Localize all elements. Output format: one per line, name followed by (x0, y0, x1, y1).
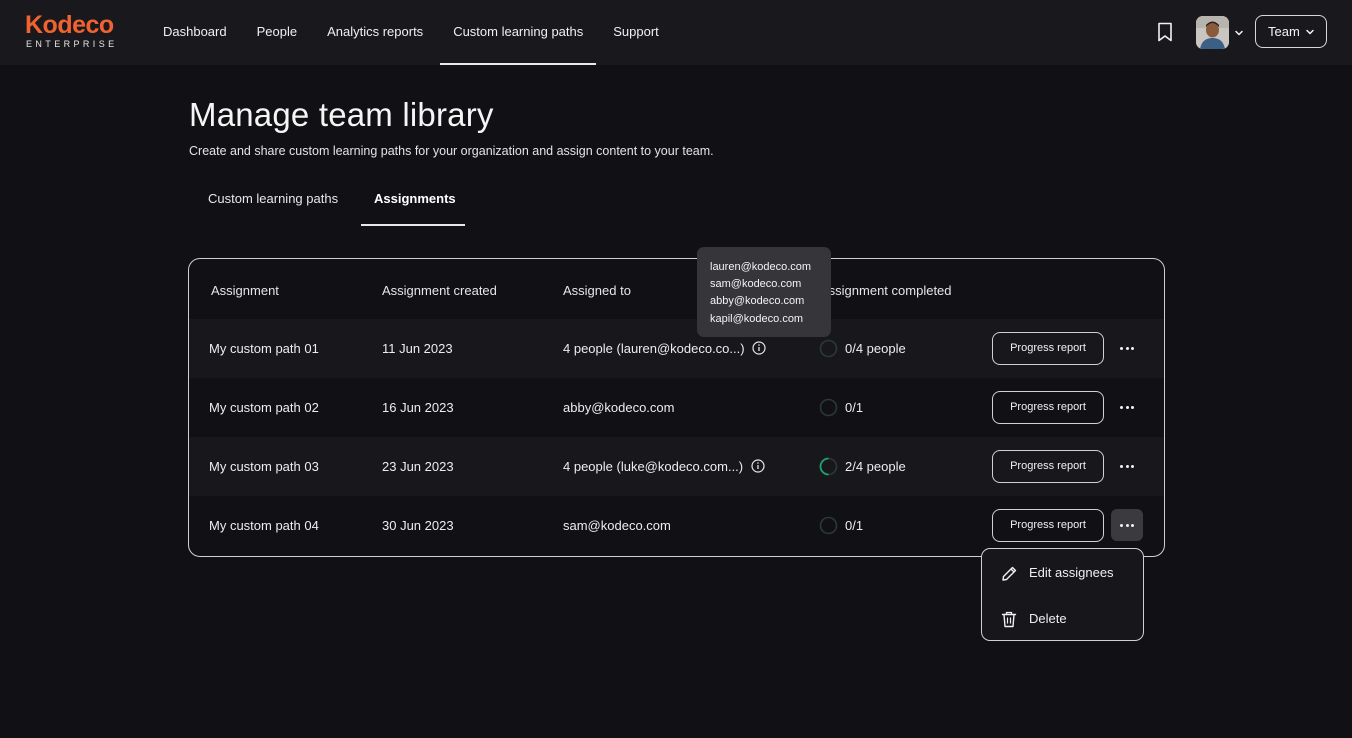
assignment-name[interactable]: My custom path 01 (209, 319, 319, 378)
logo-wordmark: Kodeco (25, 11, 114, 39)
nav-dashboard[interactable]: Dashboard (150, 0, 240, 65)
tab-assignments[interactable]: Assignments (361, 191, 465, 226)
pencil-icon (1002, 566, 1017, 581)
info-icon[interactable] (752, 341, 766, 355)
column-header-completed: Assignment completed (820, 283, 952, 298)
table-row: My custom path 02 16 Jun 2023 abby@kodec… (189, 378, 1164, 437)
progress-ring (819, 516, 838, 535)
main-nav: Dashboard People Analytics reports Custo… (150, 0, 676, 65)
assigned-to: sam@kodeco.com (563, 496, 671, 555)
assignment-name[interactable]: My custom path 03 (209, 437, 319, 496)
info-icon[interactable] (751, 459, 765, 473)
assignment-created: 16 Jun 2023 (382, 400, 454, 415)
column-header-assignment: Assignment (211, 283, 279, 298)
nav-analytics-reports[interactable]: Analytics reports (314, 0, 436, 65)
completed-count: 0/1 (845, 400, 864, 415)
assignment-name[interactable]: My custom path 02 (209, 378, 319, 437)
assignment-created: 23 Jun 2023 (382, 459, 454, 474)
completed-count: 0/4 people (845, 341, 906, 356)
assignment-created: 30 Jun 2023 (382, 518, 454, 533)
avatar-image (1196, 16, 1229, 49)
completed-count: 2/4 people (845, 459, 906, 474)
tooltip-email: sam@kodeco.com (710, 278, 802, 291)
progress-report-button[interactable]: Progress report (992, 332, 1104, 365)
assigned-to-text: 4 people (lauren@kodeco.co...) (563, 341, 745, 356)
tooltip-email: abby@kodeco.com (710, 295, 805, 308)
row-actions-menu: Edit assignees Delete (981, 548, 1144, 641)
page-subtitle: Create and share custom learning paths f… (189, 144, 714, 158)
kodeco-logo[interactable]: Kodeco ENTERPRISE (25, 11, 125, 50)
nav-custom-learning-paths[interactable]: Custom learning paths (440, 0, 597, 65)
tooltip-email: kapil@kodeco.com (710, 312, 804, 325)
logo-subtitle: ENTERPRISE (26, 39, 118, 49)
team-label: Team (1268, 24, 1300, 39)
assigned-to-text: abby@kodeco.com (563, 400, 675, 415)
trash-icon (1001, 611, 1017, 628)
edit-assignees-menu-item[interactable]: Edit assignees (982, 553, 1143, 593)
team-dropdown-button[interactable]: Team (1255, 15, 1327, 48)
tab-custom-learning-paths[interactable]: Custom learning paths (195, 191, 351, 226)
assignment-name[interactable]: My custom path 04 (209, 496, 319, 555)
chevron-down-icon (1306, 29, 1314, 35)
progress-ring (819, 457, 838, 476)
page-title: Manage team library (189, 96, 494, 133)
progress-report-button[interactable]: Progress report (992, 509, 1104, 542)
assigned-to: abby@kodeco.com (563, 378, 674, 437)
progress-ring (819, 339, 838, 358)
column-header-assigned-to: Assigned to (563, 283, 631, 298)
more-options-button[interactable] (1111, 509, 1143, 541)
chevron-down-icon[interactable] (1233, 27, 1245, 39)
progress-report-button[interactable]: Progress report (992, 450, 1104, 483)
assignment-created: 11 Jun 2023 (382, 341, 453, 356)
tooltip-email: lauren@kodeco.com (710, 261, 812, 273)
assigned-to-text: 4 people (luke@kodeco.com...) (563, 459, 744, 474)
edit-assignees-label: Edit assignees (1029, 565, 1114, 580)
nav-people[interactable]: People (244, 0, 310, 65)
table-row: My custom path 03 23 Jun 2023 4 people (… (189, 437, 1164, 496)
bookmark-icon[interactable] (1156, 22, 1174, 42)
assigned-to: 4 people (luke@kodeco.com...) (563, 437, 765, 496)
column-header-created: Assignment created (382, 283, 497, 298)
delete-label: Delete (1029, 611, 1067, 626)
more-options-button[interactable] (1111, 332, 1143, 364)
more-options-button[interactable] (1111, 391, 1143, 423)
progress-report-button[interactable]: Progress report (992, 391, 1104, 424)
progress-ring (819, 398, 838, 417)
assigned-to-text: sam@kodeco.com (563, 518, 671, 533)
completed-count: 0/1 (845, 518, 864, 533)
delete-menu-item[interactable]: Delete (982, 599, 1143, 639)
assignments-table: Assignment Assignment created Assigned t… (188, 258, 1165, 557)
top-navbar: Kodeco ENTERPRISE Dashboard People Analy… (0, 0, 1352, 65)
nav-support[interactable]: Support (600, 0, 672, 65)
assignees-tooltip: lauren@kodeco.com sam@kodeco.com abby@ko… (697, 247, 831, 337)
table-row: My custom path 04 30 Jun 2023 sam@kodeco… (189, 496, 1164, 555)
more-options-button[interactable] (1111, 450, 1143, 482)
table-row: My custom path 01 11 Jun 2023 4 people (… (189, 319, 1164, 378)
avatar[interactable] (1196, 16, 1229, 49)
